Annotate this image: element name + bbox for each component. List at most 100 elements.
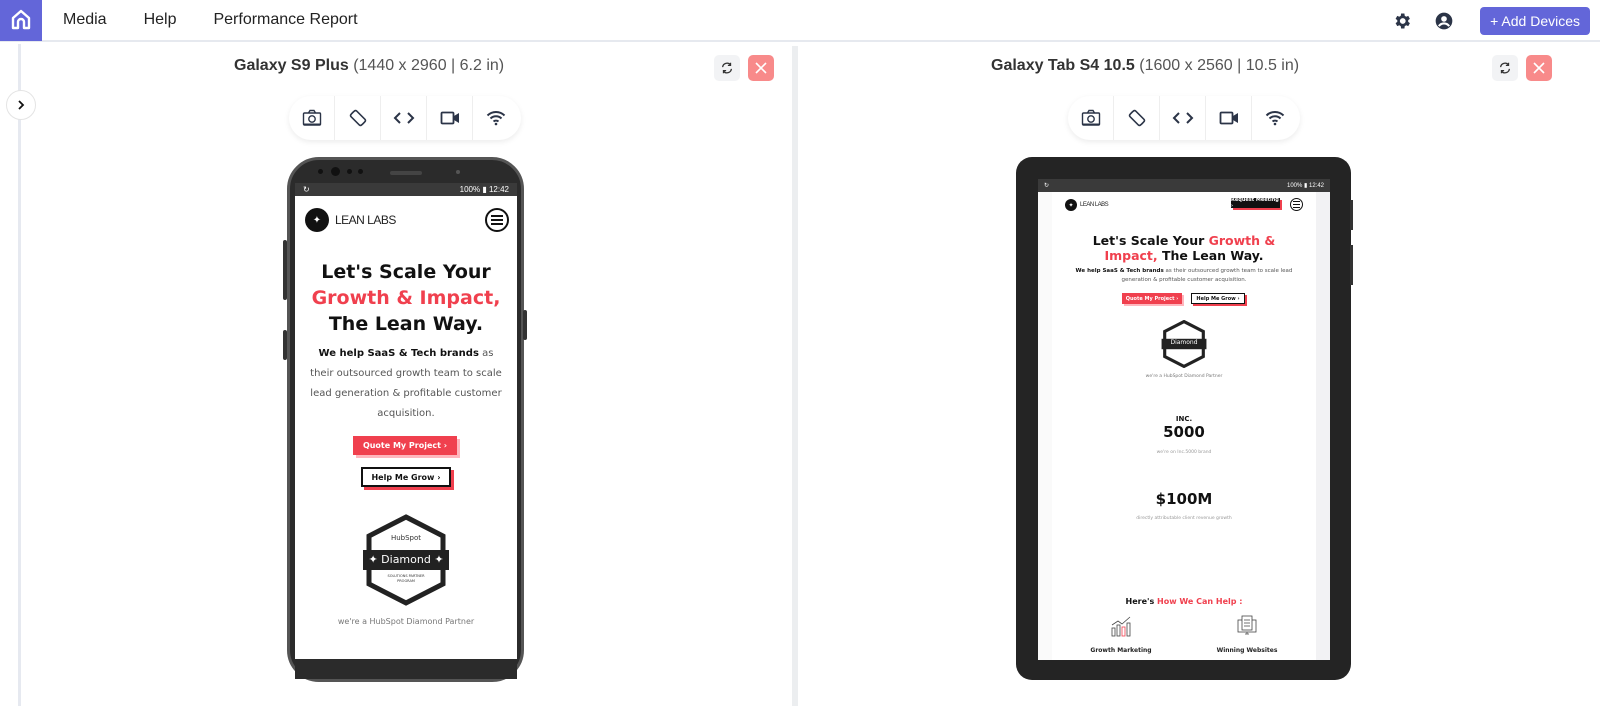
account-button[interactable] <box>1432 9 1456 33</box>
request-meeting-button[interactable]: Request Meeting › <box>1231 197 1280 209</box>
device-title: Galaxy Tab S4 10.5 (1600 x 2560 | 10.5 i… <box>991 57 1299 75</box>
devtools-button[interactable] <box>1160 96 1206 140</box>
rotate-refresh-button[interactable] <box>1492 55 1518 81</box>
rotate-device-icon <box>349 109 366 127</box>
winning-websites-icon <box>1236 615 1258 637</box>
wifi-icon <box>486 111 506 126</box>
home-button[interactable] <box>0 0 42 41</box>
hubspot-partner-caption: we're a HubSpot Diamond Partner <box>337 617 475 626</box>
headline-line-1: Let's Scale Your <box>321 261 491 283</box>
quote-my-project-button[interactable]: Quote My Project › <box>1122 293 1182 304</box>
clock: 12:42 <box>1308 183 1324 189</box>
site-header: ✦ LEAN LABS <box>305 208 396 232</box>
headline-line-3: The Lean Way. <box>328 313 484 335</box>
camera-icon <box>1081 109 1100 126</box>
hubspot-diamond-badge: HubSpot ✦ Diamond ✦ SOLUTIONS PARTNER PR… <box>361 514 451 606</box>
screenshot-button[interactable] <box>1068 96 1114 140</box>
badge-diamond-text: ✦ Diamond ✦ <box>368 553 444 566</box>
record-video-button[interactable] <box>427 96 473 140</box>
phone-bixby-button <box>283 330 287 360</box>
badge-diamond-text: Diamond <box>1170 339 1198 346</box>
device-spec: (1600 x 2560 | 10.5 in) <box>1139 57 1300 74</box>
code-icon <box>1172 112 1193 124</box>
network-throttle-button[interactable] <box>1252 96 1298 140</box>
help-heading-text: Here's <box>1125 597 1158 606</box>
inc-5000-caption: we're on Inc.5000 brand <box>1156 450 1212 455</box>
refresh-icon <box>721 62 733 74</box>
user-circle-icon <box>1435 12 1453 30</box>
record-video-button[interactable] <box>1206 96 1252 140</box>
devtools-button[interactable] <box>381 96 427 140</box>
phone-status-bar: ↻ 100% ▮ 12:42 <box>295 183 517 196</box>
camera-icon <box>302 109 321 126</box>
gear-icon <box>1395 13 1411 29</box>
brand-name: LEAN LABS <box>335 213 396 227</box>
intro-bold: We help SaaS & Tech brands <box>1075 268 1164 274</box>
brand-name: LEAN LABS <box>1080 202 1109 208</box>
battery-percent: 100% <box>1286 183 1303 189</box>
close-device-button[interactable] <box>1526 55 1552 81</box>
device-toolbar <box>289 96 521 140</box>
sidebar-rail <box>18 44 21 706</box>
badge-hubspot-text: HubSpot <box>390 534 422 542</box>
headline-highlight: Growth & Impact, <box>311 287 501 309</box>
tablet-frame: ↻ 100% ▮ 12:42 ✦ LEAN LABS Request Meeti… <box>1016 157 1351 680</box>
revenue-value: $100M <box>1155 490 1213 508</box>
tablet-side-button <box>1350 245 1353 285</box>
clock: 12:42 <box>488 185 509 194</box>
tablet-side-button <box>1350 200 1353 230</box>
earpiece <box>390 171 422 175</box>
inc-label: INC. <box>1175 415 1193 423</box>
nav-media[interactable]: Media <box>63 11 107 29</box>
nav-performance-report[interactable]: Performance Report <box>213 11 357 29</box>
wifi-icon <box>1265 111 1285 126</box>
phone-power-button <box>523 310 527 340</box>
inc-5000-value: 5000 <box>1163 423 1205 441</box>
phone-viewport[interactable]: ✦ LEAN LABS Let's Scale Your Growth & Im… <box>295 196 517 659</box>
headline-part-a: Let's Scale Your <box>1092 233 1209 248</box>
battery-percent: 100% <box>459 185 481 194</box>
hubspot-partner-caption: we're a HubSpot Diamond Partner <box>1145 374 1223 379</box>
growth-marketing-icon <box>1110 615 1132 637</box>
help-me-grow-button[interactable]: Help Me Grow › <box>361 467 451 487</box>
network-throttle-button[interactable] <box>473 96 519 140</box>
service-winning-websites[interactable]: Winning Websites <box>1199 647 1295 654</box>
revenue-caption: directly attributable client revenue gro… <box>1136 516 1232 521</box>
device-name: Galaxy Tab S4 10.5 <box>991 57 1135 74</box>
site-header: ✦ LEAN LABS <box>1065 199 1109 211</box>
hero-headline: Let's Scale Your Growth & Impact, The Le… <box>1068 233 1300 263</box>
lean-labs-logo[interactable]: ✦ <box>1065 199 1077 211</box>
close-icon <box>1533 62 1545 74</box>
hamburger-menu-button[interactable] <box>485 208 509 232</box>
hubspot-diamond-badge: Diamond <box>1160 319 1208 369</box>
tablet-viewport[interactable]: ✦ LEAN LABS Request Meeting › Let's Scal… <box>1038 192 1330 660</box>
rotate-refresh-button[interactable] <box>714 55 740 81</box>
rotate-button[interactable] <box>1114 96 1160 140</box>
code-icon <box>393 112 414 124</box>
hero-description: We help SaaS & Tech brands as their outs… <box>309 344 503 424</box>
tablet-status-bar: ↻ 100% ▮ 12:42 <box>1038 179 1330 192</box>
close-icon <box>755 62 767 74</box>
video-camera-icon <box>1219 111 1238 125</box>
help-me-grow-button[interactable]: Help Me Grow › <box>1191 293 1245 304</box>
hero-headline: Let's Scale Your Growth & Impact, The Le… <box>295 259 517 337</box>
service-growth-marketing[interactable]: Growth Marketing <box>1073 647 1169 654</box>
nav-help[interactable]: Help <box>144 11 177 29</box>
headline-highlight-a: Growth & <box>1208 233 1276 248</box>
settings-button[interactable] <box>1390 9 1414 33</box>
viewport-scrollbar[interactable] <box>1316 192 1330 660</box>
home-icon <box>11 9 31 30</box>
headline-highlight-b: Impact, <box>1104 248 1158 263</box>
refresh-icon <box>1499 62 1511 74</box>
viewport-left-gutter <box>1038 192 1052 660</box>
lean-labs-logo[interactable]: ✦ <box>305 208 329 232</box>
close-device-button[interactable] <box>748 55 774 81</box>
help-heading-highlight: How We Can Help : <box>1157 597 1243 606</box>
add-devices-button[interactable]: + Add Devices <box>1480 7 1590 35</box>
hamburger-menu-button[interactable] <box>1290 198 1303 211</box>
rotate-button[interactable] <box>335 96 381 140</box>
intro-bold: We help SaaS & Tech brands <box>318 348 479 359</box>
screenshot-button[interactable] <box>289 96 335 140</box>
quote-my-project-button[interactable]: Quote My Project › <box>353 436 457 455</box>
hero-description: We help SaaS & Tech brands as their outs… <box>1068 267 1300 285</box>
